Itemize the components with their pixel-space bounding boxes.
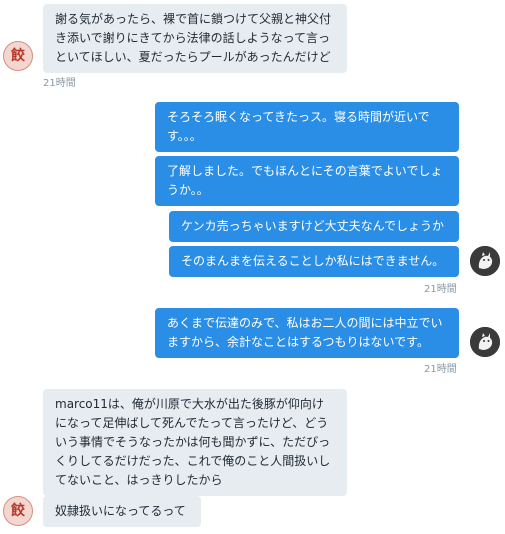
incoming-message: 謝る気があったら、裸で首に鎖つけて父親と神父付き添いで謝りにきてから法律の話しよ… [43,4,347,73]
sender-avatar[interactable]: 餃 [3,41,33,71]
cat-photo-icon [470,246,500,276]
outgoing-message: 了解しました。でもほんとにその言葉でよいでしょうか。。 [155,156,459,206]
outgoing-message: そろそろ眠くなってきたっス。寝る時間が近いです。。。 [155,102,459,152]
conversation-thread: 謝る気があったら、裸で首に鎖つけて父親と神父付き添いで謝りにきてから法律の話しよ… [0,0,505,534]
outgoing-message: ケンカ売っちゃいますけど大丈夫なんでしょうか [169,211,459,242]
user-avatar[interactable] [470,246,500,276]
message-timestamp: 21時間 [424,284,457,295]
outgoing-message: あくまで伝達のみで、私はお二人の間には中立でいますから、余計なことはするつもりは… [155,308,459,358]
user-avatar[interactable] [470,327,500,357]
incoming-message: 奴隷扱いになってるって [43,496,201,527]
message-timestamp: 21時間 [424,364,457,375]
message-timestamp: 21時間 [43,78,76,89]
cat-photo-icon [470,327,500,357]
outgoing-message: そのまんまを伝えることしか私にはできません。 [169,246,459,277]
incoming-message: marco11は、俺が川原で大水が出た後豚が仰向けになって足伸ばして死んでたって… [43,389,347,496]
sender-avatar[interactable]: 餃 [3,496,33,526]
